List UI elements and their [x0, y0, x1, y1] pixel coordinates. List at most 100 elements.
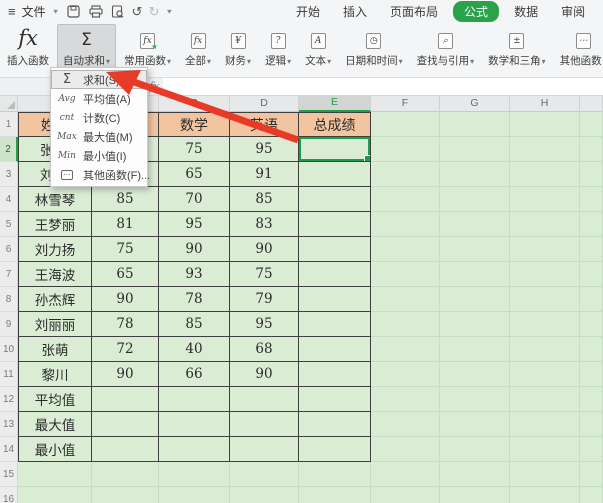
cell-i12[interactable]	[580, 387, 603, 412]
tab-formulas[interactable]: 公式	[453, 0, 500, 22]
print-preview-icon[interactable]	[110, 4, 126, 19]
cell-B14[interactable]	[92, 437, 159, 462]
col-header-e[interactable]: E	[299, 96, 371, 112]
file-menu-chevron-icon[interactable]: ▼	[52, 7, 60, 14]
cell-F14[interactable]	[371, 437, 440, 462]
math-trig-button[interactable]: ± 数学和三角▾	[482, 24, 552, 75]
cell-D13[interactable]	[230, 412, 299, 437]
menu-item-sum[interactable]: Σ 求和(S)	[51, 70, 147, 89]
cell-i1[interactable]	[580, 112, 603, 137]
cell-G15[interactable]	[440, 462, 510, 487]
cell-D2[interactable]: 95	[230, 137, 299, 162]
cell-H8[interactable]	[510, 287, 580, 312]
cell-B12[interactable]	[92, 387, 159, 412]
cell-D15[interactable]	[230, 462, 299, 487]
cell-B13[interactable]	[92, 412, 159, 437]
row-header-12[interactable]: 12	[0, 387, 18, 412]
cell-C15[interactable]	[159, 462, 230, 487]
cell-i10[interactable]	[580, 337, 603, 362]
cell-A7[interactable]: 王海波	[18, 262, 92, 287]
cell-H11[interactable]	[510, 362, 580, 387]
row-header-15[interactable]: 15	[0, 462, 18, 487]
cell-i16[interactable]	[580, 487, 603, 503]
cell-E1[interactable]: 总成绩	[299, 112, 371, 137]
row-header-3[interactable]: 3	[0, 162, 18, 187]
cell-i4[interactable]	[580, 187, 603, 212]
tab-home[interactable]: 开始	[288, 2, 328, 21]
cell-A13[interactable]: 最大值	[18, 412, 92, 437]
print-icon[interactable]	[88, 4, 104, 19]
cell-i14[interactable]	[580, 437, 603, 462]
cell-H4[interactable]	[510, 187, 580, 212]
cell-i11[interactable]	[580, 362, 603, 387]
text-button[interactable]: A 文本▾	[299, 24, 337, 75]
cell-H7[interactable]	[510, 262, 580, 287]
cell-B7[interactable]: 65	[92, 262, 159, 287]
row-header-14[interactable]: 14	[0, 437, 18, 462]
cell-F8[interactable]	[371, 287, 440, 312]
cell-D8[interactable]: 79	[230, 287, 299, 312]
cell-C12[interactable]	[159, 387, 230, 412]
cell-A12[interactable]: 平均值	[18, 387, 92, 412]
cell-B15[interactable]	[92, 462, 159, 487]
cell-i15[interactable]	[580, 462, 603, 487]
row-header-6[interactable]: 6	[0, 237, 18, 262]
cell-F1[interactable]	[371, 112, 440, 137]
col-header-d[interactable]: D	[230, 96, 299, 112]
menu-item-average[interactable]: Avg 平均值(A)	[51, 89, 147, 108]
cell-F12[interactable]	[371, 387, 440, 412]
cell-D7[interactable]: 75	[230, 262, 299, 287]
cell-G9[interactable]	[440, 312, 510, 337]
cell-D6[interactable]: 90	[230, 237, 299, 262]
cell-E2[interactable]	[299, 137, 371, 162]
cell-G4[interactable]	[440, 187, 510, 212]
row-header-1[interactable]: 1	[0, 112, 18, 137]
cell-E4[interactable]	[299, 187, 371, 212]
cell-C13[interactable]	[159, 412, 230, 437]
cell-C3[interactable]: 65	[159, 162, 230, 187]
save-icon[interactable]	[66, 4, 82, 19]
undo-icon[interactable]: ↺	[132, 5, 143, 18]
cell-G10[interactable]	[440, 337, 510, 362]
cell-A16[interactable]	[18, 487, 92, 503]
row-header-13[interactable]: 13	[0, 412, 18, 437]
file-menu[interactable]: 文件	[22, 3, 46, 20]
cell-B16[interactable]	[92, 487, 159, 503]
cell-A10[interactable]: 张萌	[18, 337, 92, 362]
row-header-4[interactable]: 4	[0, 187, 18, 212]
cell-F5[interactable]	[371, 212, 440, 237]
row-header-7[interactable]: 7	[0, 262, 18, 287]
cell-A4[interactable]: 林雪琴	[18, 187, 92, 212]
formula-input[interactable]	[163, 78, 603, 95]
cell-F15[interactable]	[371, 462, 440, 487]
other-functions-button[interactable]: ⋯ 其他函数▾	[554, 24, 603, 75]
cell-H2[interactable]	[510, 137, 580, 162]
financial-button[interactable]: ¥ 财务▾	[219, 24, 257, 75]
cell-i13[interactable]	[580, 412, 603, 437]
cell-H10[interactable]	[510, 337, 580, 362]
insert-function-button[interactable]: fx 插入函数	[1, 24, 55, 75]
cell-E6[interactable]	[299, 237, 371, 262]
tab-review[interactable]: 审阅	[553, 2, 593, 21]
cell-B4[interactable]: 85	[92, 187, 159, 212]
cell-C6[interactable]: 90	[159, 237, 230, 262]
cell-E8[interactable]	[299, 287, 371, 312]
cell-F2[interactable]	[371, 137, 440, 162]
cell-G8[interactable]	[440, 287, 510, 312]
row-header-10[interactable]: 10	[0, 337, 18, 362]
select-all-corner[interactable]	[0, 96, 18, 112]
cell-B8[interactable]: 90	[92, 287, 159, 312]
cell-C8[interactable]: 78	[159, 287, 230, 312]
cell-H1[interactable]	[510, 112, 580, 137]
toolbar-options-chevron-icon[interactable]: ▼	[165, 7, 173, 14]
hamburger-menu-icon[interactable]: ≡	[8, 4, 16, 19]
cell-F9[interactable]	[371, 312, 440, 337]
row-header-2[interactable]: 2	[0, 137, 18, 162]
cell-G14[interactable]	[440, 437, 510, 462]
lookup-reference-button[interactable]: ⌕ 查找与引用▾	[411, 24, 481, 75]
cell-B6[interactable]: 75	[92, 237, 159, 262]
cell-G11[interactable]	[440, 362, 510, 387]
cell-H15[interactable]	[510, 462, 580, 487]
row-header-5[interactable]: 5	[0, 212, 18, 237]
cell-A14[interactable]: 最小值	[18, 437, 92, 462]
